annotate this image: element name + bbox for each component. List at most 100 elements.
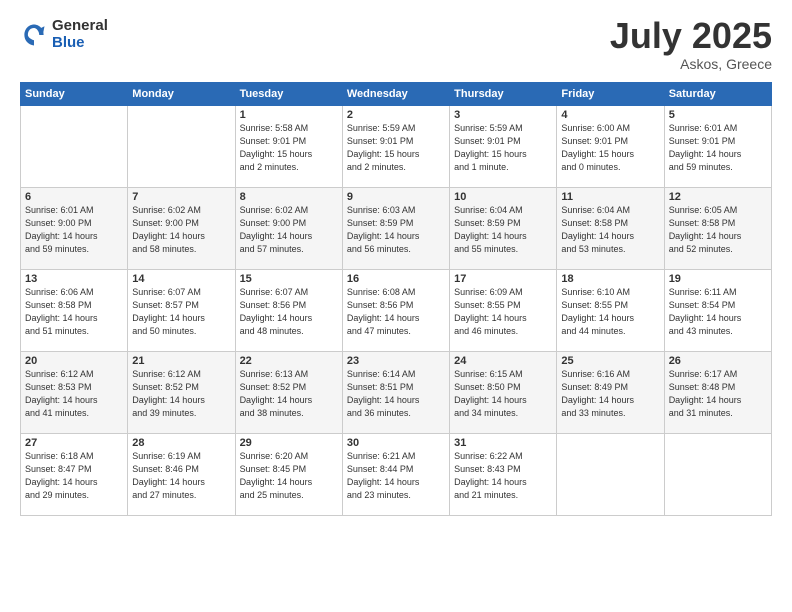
day-info: Sunrise: 6:20 AM Sunset: 8:45 PM Dayligh… (240, 450, 338, 502)
header-row: SundayMondayTuesdayWednesdayThursdayFrid… (21, 83, 772, 106)
day-info: Sunrise: 6:00 AM Sunset: 9:01 PM Dayligh… (561, 122, 659, 174)
calendar-cell: 31Sunrise: 6:22 AM Sunset: 8:43 PM Dayli… (450, 434, 557, 516)
day-number: 14 (132, 273, 230, 285)
calendar-cell: 22Sunrise: 6:13 AM Sunset: 8:52 PM Dayli… (235, 352, 342, 434)
calendar-cell (557, 434, 664, 516)
calendar-cell: 19Sunrise: 6:11 AM Sunset: 8:54 PM Dayli… (664, 270, 771, 352)
day-number: 2 (347, 109, 445, 121)
day-info: Sunrise: 6:07 AM Sunset: 8:56 PM Dayligh… (240, 286, 338, 338)
day-number: 26 (669, 355, 767, 367)
day-number: 31 (454, 437, 552, 449)
day-info: Sunrise: 6:08 AM Sunset: 8:56 PM Dayligh… (347, 286, 445, 338)
day-info: Sunrise: 6:17 AM Sunset: 8:48 PM Dayligh… (669, 368, 767, 420)
day-number: 22 (240, 355, 338, 367)
day-number: 5 (669, 109, 767, 121)
calendar-cell: 4Sunrise: 6:00 AM Sunset: 9:01 PM Daylig… (557, 106, 664, 188)
day-info: Sunrise: 6:04 AM Sunset: 8:59 PM Dayligh… (454, 204, 552, 256)
day-number: 25 (561, 355, 659, 367)
logo-text: General Blue (52, 18, 108, 51)
logo-general: General (52, 18, 108, 35)
calendar-cell: 13Sunrise: 6:06 AM Sunset: 8:58 PM Dayli… (21, 270, 128, 352)
calendar-cell: 28Sunrise: 6:19 AM Sunset: 8:46 PM Dayli… (128, 434, 235, 516)
calendar-cell: 5Sunrise: 6:01 AM Sunset: 9:01 PM Daylig… (664, 106, 771, 188)
calendar-cell (128, 106, 235, 188)
header: General Blue July 2025 Askos, Greece (20, 18, 772, 72)
calendar-cell: 26Sunrise: 6:17 AM Sunset: 8:48 PM Dayli… (664, 352, 771, 434)
day-number: 4 (561, 109, 659, 121)
calendar-cell: 17Sunrise: 6:09 AM Sunset: 8:55 PM Dayli… (450, 270, 557, 352)
day-number: 28 (132, 437, 230, 449)
day-info: Sunrise: 6:05 AM Sunset: 8:58 PM Dayligh… (669, 204, 767, 256)
calendar-cell: 3Sunrise: 5:59 AM Sunset: 9:01 PM Daylig… (450, 106, 557, 188)
day-number: 1 (240, 109, 338, 121)
calendar-cell: 8Sunrise: 6:02 AM Sunset: 9:00 PM Daylig… (235, 188, 342, 270)
calendar-cell: 18Sunrise: 6:10 AM Sunset: 8:55 PM Dayli… (557, 270, 664, 352)
day-info: Sunrise: 5:59 AM Sunset: 9:01 PM Dayligh… (347, 122, 445, 174)
week-row-2: 6Sunrise: 6:01 AM Sunset: 9:00 PM Daylig… (21, 188, 772, 270)
logo-icon (20, 21, 48, 49)
day-number: 23 (347, 355, 445, 367)
day-number: 7 (132, 191, 230, 203)
calendar-cell: 1Sunrise: 5:58 AM Sunset: 9:01 PM Daylig… (235, 106, 342, 188)
day-info: Sunrise: 6:19 AM Sunset: 8:46 PM Dayligh… (132, 450, 230, 502)
calendar-cell: 27Sunrise: 6:18 AM Sunset: 8:47 PM Dayli… (21, 434, 128, 516)
page: General Blue July 2025 Askos, Greece Sun… (0, 0, 792, 612)
day-info: Sunrise: 6:14 AM Sunset: 8:51 PM Dayligh… (347, 368, 445, 420)
day-number: 10 (454, 191, 552, 203)
logo-blue: Blue (52, 35, 108, 52)
day-info: Sunrise: 6:18 AM Sunset: 8:47 PM Dayligh… (25, 450, 123, 502)
day-info: Sunrise: 6:12 AM Sunset: 8:53 PM Dayligh… (25, 368, 123, 420)
day-info: Sunrise: 5:58 AM Sunset: 9:01 PM Dayligh… (240, 122, 338, 174)
calendar-cell: 2Sunrise: 5:59 AM Sunset: 9:01 PM Daylig… (342, 106, 449, 188)
day-info: Sunrise: 6:10 AM Sunset: 8:55 PM Dayligh… (561, 286, 659, 338)
calendar-cell: 14Sunrise: 6:07 AM Sunset: 8:57 PM Dayli… (128, 270, 235, 352)
day-number: 27 (25, 437, 123, 449)
day-number: 3 (454, 109, 552, 121)
day-info: Sunrise: 6:12 AM Sunset: 8:52 PM Dayligh… (132, 368, 230, 420)
day-info: Sunrise: 6:21 AM Sunset: 8:44 PM Dayligh… (347, 450, 445, 502)
day-number: 24 (454, 355, 552, 367)
day-info: Sunrise: 6:03 AM Sunset: 8:59 PM Dayligh… (347, 204, 445, 256)
day-number: 30 (347, 437, 445, 449)
day-header-monday: Monday (128, 83, 235, 106)
day-info: Sunrise: 6:02 AM Sunset: 9:00 PM Dayligh… (132, 204, 230, 256)
day-info: Sunrise: 6:22 AM Sunset: 8:43 PM Dayligh… (454, 450, 552, 502)
calendar-cell: 15Sunrise: 6:07 AM Sunset: 8:56 PM Dayli… (235, 270, 342, 352)
day-info: Sunrise: 6:11 AM Sunset: 8:54 PM Dayligh… (669, 286, 767, 338)
day-number: 15 (240, 273, 338, 285)
day-number: 20 (25, 355, 123, 367)
calendar-cell: 20Sunrise: 6:12 AM Sunset: 8:53 PM Dayli… (21, 352, 128, 434)
calendar: SundayMondayTuesdayWednesdayThursdayFrid… (20, 82, 772, 516)
day-info: Sunrise: 6:01 AM Sunset: 9:01 PM Dayligh… (669, 122, 767, 174)
calendar-cell: 21Sunrise: 6:12 AM Sunset: 8:52 PM Dayli… (128, 352, 235, 434)
day-info: Sunrise: 6:15 AM Sunset: 8:50 PM Dayligh… (454, 368, 552, 420)
day-info: Sunrise: 6:01 AM Sunset: 9:00 PM Dayligh… (25, 204, 123, 256)
month-title: July 2025 (610, 18, 772, 54)
day-info: Sunrise: 6:04 AM Sunset: 8:58 PM Dayligh… (561, 204, 659, 256)
calendar-cell: 12Sunrise: 6:05 AM Sunset: 8:58 PM Dayli… (664, 188, 771, 270)
day-number: 6 (25, 191, 123, 203)
calendar-cell (664, 434, 771, 516)
day-info: Sunrise: 6:09 AM Sunset: 8:55 PM Dayligh… (454, 286, 552, 338)
day-number: 29 (240, 437, 338, 449)
day-number: 12 (669, 191, 767, 203)
day-number: 18 (561, 273, 659, 285)
calendar-cell: 16Sunrise: 6:08 AM Sunset: 8:56 PM Dayli… (342, 270, 449, 352)
calendar-cell (21, 106, 128, 188)
week-row-5: 27Sunrise: 6:18 AM Sunset: 8:47 PM Dayli… (21, 434, 772, 516)
day-info: Sunrise: 6:16 AM Sunset: 8:49 PM Dayligh… (561, 368, 659, 420)
day-number: 13 (25, 273, 123, 285)
calendar-cell: 30Sunrise: 6:21 AM Sunset: 8:44 PM Dayli… (342, 434, 449, 516)
day-info: Sunrise: 6:13 AM Sunset: 8:52 PM Dayligh… (240, 368, 338, 420)
calendar-cell: 25Sunrise: 6:16 AM Sunset: 8:49 PM Dayli… (557, 352, 664, 434)
day-header-friday: Friday (557, 83, 664, 106)
day-number: 11 (561, 191, 659, 203)
day-number: 19 (669, 273, 767, 285)
day-header-saturday: Saturday (664, 83, 771, 106)
day-number: 9 (347, 191, 445, 203)
calendar-cell: 24Sunrise: 6:15 AM Sunset: 8:50 PM Dayli… (450, 352, 557, 434)
day-number: 16 (347, 273, 445, 285)
week-row-3: 13Sunrise: 6:06 AM Sunset: 8:58 PM Dayli… (21, 270, 772, 352)
day-number: 21 (132, 355, 230, 367)
day-info: Sunrise: 5:59 AM Sunset: 9:01 PM Dayligh… (454, 122, 552, 174)
